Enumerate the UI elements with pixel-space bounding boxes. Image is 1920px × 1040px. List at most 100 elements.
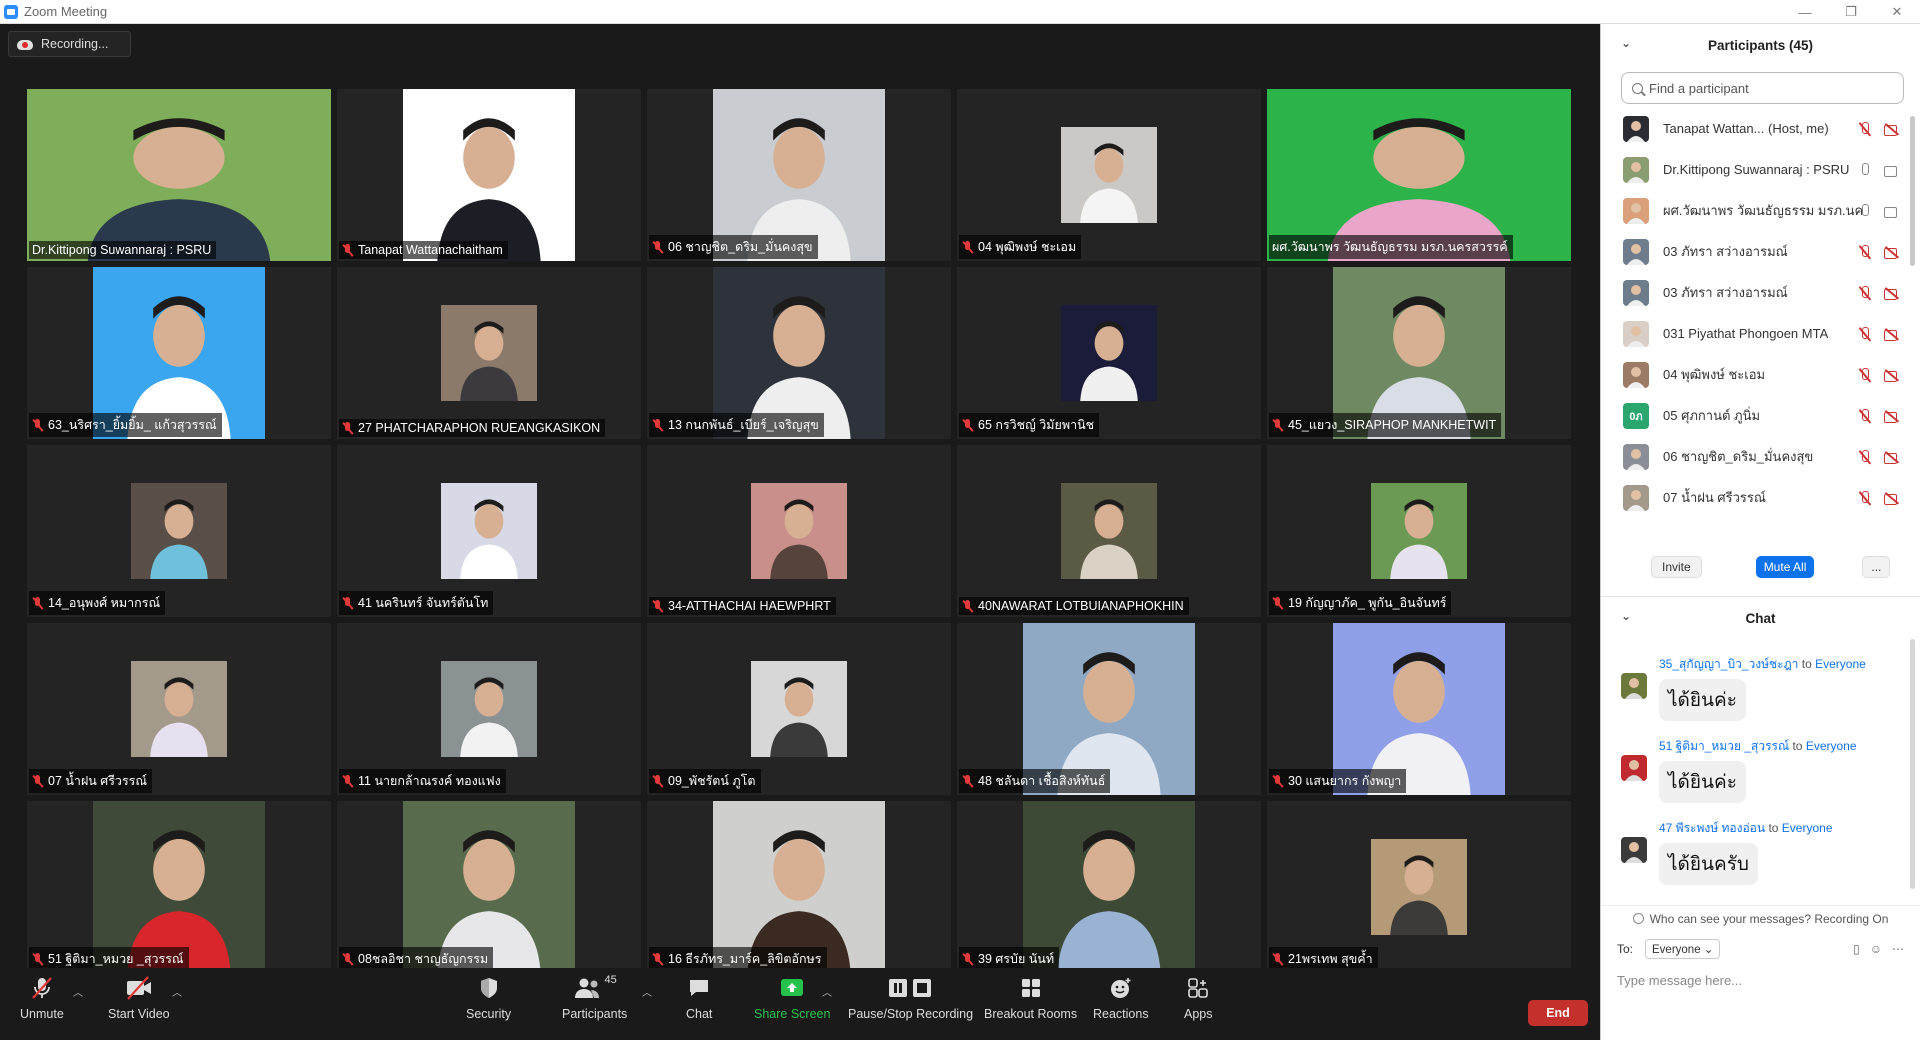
chat-sender[interactable]: 47 พีระพงษ์ ทองอ่อน bbox=[1659, 821, 1765, 835]
participant-name-tag: Tanapat Wattanachaitham bbox=[339, 241, 508, 259]
video-tile[interactable]: 06 ชาญชิต_ดริม_มั่นคงสุข bbox=[647, 89, 951, 261]
video-tile[interactable]: 39 ศรบัย นันท์ bbox=[957, 801, 1261, 973]
security-button[interactable]: Security bbox=[466, 974, 511, 1021]
minimize-button[interactable]: — bbox=[1782, 0, 1828, 24]
share-options-caret[interactable]: ︿ bbox=[822, 984, 832, 999]
camera-icon[interactable] bbox=[1884, 163, 1900, 177]
video-tile[interactable]: 19 กัญญาภัค_ พูกัน_อินจันทร์ bbox=[1267, 445, 1571, 617]
microphone-muted-icon[interactable] bbox=[1857, 245, 1871, 259]
camera-off-icon[interactable] bbox=[1884, 327, 1900, 341]
more-options-button[interactable]: ... bbox=[1862, 556, 1891, 578]
collapse-participants-chevron-icon[interactable]: ⌄ bbox=[1621, 36, 1631, 50]
camera-off-icon[interactable] bbox=[1884, 450, 1900, 464]
participant-row[interactable]: Tanapat Wattan... (Host, me) bbox=[1601, 108, 1920, 149]
pause-stop-recording-button[interactable]: Pause/Stop Recording bbox=[848, 974, 973, 1021]
participant-status-icons bbox=[1857, 122, 1900, 136]
participant-row[interactable]: 03 ภัทรา สว่างอารมณ์ bbox=[1601, 272, 1920, 313]
start-video-button[interactable]: Start Video bbox=[108, 974, 170, 1021]
participant-row[interactable]: 07 น้ำฝน ศรีวรรณ์ bbox=[1601, 477, 1920, 518]
video-tile[interactable]: 08ชลอิชา ชาญธัญกรรม bbox=[337, 801, 641, 973]
participant-row[interactable]: 03 ภัทรา สว่างอารมณ์ bbox=[1601, 231, 1920, 272]
video-tile[interactable]: 40NAWARAT LOTBUIANAPHOKHIN bbox=[957, 445, 1261, 617]
recipient-select[interactable]: Everyone ⌄ bbox=[1645, 939, 1721, 959]
video-tile[interactable]: 13 กนกพันธ์_เบียร์_เจริญสุข bbox=[647, 267, 951, 439]
chat-sender[interactable]: 35_สุกัญญา_บิว_วงษ์ชะฎา bbox=[1659, 657, 1798, 671]
video-options-caret[interactable]: ︿ bbox=[172, 984, 182, 999]
camera-icon[interactable] bbox=[1884, 204, 1900, 218]
camera-off-icon[interactable] bbox=[1884, 286, 1900, 300]
participant-name: 21พรเทพ สุขค้ำ bbox=[1288, 952, 1373, 966]
participant-row[interactable]: 0ภ 05 ศุภกานต์ ภูนิ่ม bbox=[1601, 395, 1920, 436]
close-window-button[interactable]: ✕ bbox=[1874, 0, 1920, 24]
microphone-muted-icon[interactable] bbox=[1857, 286, 1871, 300]
restore-button[interactable]: ❐ bbox=[1828, 0, 1874, 24]
video-tile[interactable]: 34-ATTHACHAI HAEWPHRT bbox=[647, 445, 951, 617]
camera-off-icon[interactable] bbox=[1884, 245, 1900, 259]
chat-message-input[interactable]: Type message here... bbox=[1601, 967, 1920, 994]
participant-row[interactable]: 031 Piyathat Phongoen MTA bbox=[1601, 313, 1920, 354]
video-tile[interactable]: 45_แยวง_SIRAPHOP MANKHETWIT bbox=[1267, 267, 1571, 439]
video-tile[interactable]: 11 นายกล้าณรงค์ ทองแฟง bbox=[337, 623, 641, 795]
video-tile[interactable]: 51 ฐิติมา_หมวย _สุวรรณ์ bbox=[27, 801, 331, 973]
video-tile[interactable]: 27 PHATCHARAPHON RUEANGKASIKON bbox=[337, 267, 641, 439]
unmute-button[interactable]: Unmute bbox=[20, 974, 64, 1021]
emoji-icon[interactable]: ☺ bbox=[1870, 942, 1882, 956]
breakout-rooms-button[interactable]: Breakout Rooms bbox=[984, 974, 1077, 1021]
participant-status-icons bbox=[1857, 491, 1900, 505]
camera-off-icon[interactable] bbox=[1884, 122, 1900, 136]
reactions-button[interactable]: Reactions bbox=[1093, 974, 1149, 1021]
participant-row[interactable]: 04 พุฒิพงษ์ ชะเอม bbox=[1601, 354, 1920, 395]
participant-name: 14_อนุพงศ์ หมากรณ์ bbox=[48, 596, 161, 610]
video-tile[interactable]: Tanapat Wattanachaitham bbox=[337, 89, 641, 261]
audio-options-caret[interactable]: ︿ bbox=[73, 984, 83, 999]
avatar: 0ภ bbox=[1623, 402, 1649, 429]
recording-indicator[interactable]: Recording... bbox=[8, 31, 131, 57]
microphone-muted-icon[interactable] bbox=[1857, 368, 1871, 382]
camera-off-icon[interactable] bbox=[1884, 368, 1900, 382]
file-icon[interactable]: ▯ bbox=[1853, 942, 1860, 956]
microphone-muted-icon[interactable] bbox=[1857, 122, 1871, 136]
microphone-icon[interactable] bbox=[1857, 204, 1871, 218]
video-tile[interactable]: 21พรเทพ สุขค้ำ bbox=[1267, 801, 1571, 973]
participant-row[interactable]: 06 ชาญชิต_ดริม_มั่นคงสุข bbox=[1601, 436, 1920, 477]
chat-button[interactable]: Chat bbox=[686, 974, 712, 1021]
participant-row[interactable]: Dr.Kittipong Suwannaraj : PSRU bbox=[1601, 149, 1920, 190]
muted-mic-icon bbox=[962, 418, 973, 432]
microphone-icon[interactable] bbox=[1857, 163, 1871, 177]
chat-sender[interactable]: 51 ฐิติมา_หมวย _สุวรรณ์ bbox=[1659, 739, 1789, 753]
video-tile[interactable]: 14_อนุพงศ์ หมากรณ์ bbox=[27, 445, 331, 617]
participants-button[interactable]: 45 Participants bbox=[562, 974, 627, 1021]
video-tile[interactable]: 04 พุฒิพงษ์ ชะเอม bbox=[957, 89, 1261, 261]
participant-search-input[interactable]: Find a participant bbox=[1621, 72, 1904, 104]
participants-options-caret[interactable]: ︿ bbox=[642, 984, 652, 999]
microphone-muted-icon[interactable] bbox=[1857, 450, 1871, 464]
video-tile[interactable]: 41 นครินทร์ จันทร์ตันโท bbox=[337, 445, 641, 617]
participant-video bbox=[441, 483, 537, 579]
microphone-muted-icon[interactable] bbox=[1857, 409, 1871, 423]
video-tile[interactable]: 07 น้ำฝน ศรีวรรณ์ bbox=[27, 623, 331, 795]
participant-status-icons bbox=[1857, 286, 1900, 300]
video-tile[interactable]: ผศ.วัฒนาพร วัฒนธัญธรรม มรภ.นครสวรรค์ bbox=[1267, 89, 1571, 261]
chat-visibility-notice[interactable]: Who can see your messages? Recording On bbox=[1601, 905, 1920, 931]
video-tile[interactable]: Dr.Kittipong Suwannaraj : PSRU bbox=[27, 89, 331, 261]
video-tile[interactable]: 30 แสนยากร กังพญา bbox=[1267, 623, 1571, 795]
microphone-muted-icon[interactable] bbox=[1857, 327, 1871, 341]
participant-row[interactable]: ผศ.วัฒนาพร วัฒนธัญธรรม มรภ.นค... bbox=[1601, 190, 1920, 231]
video-tile[interactable]: 65 กรวิชญ์ วิมัยพานิช bbox=[957, 267, 1261, 439]
apps-button[interactable]: Apps bbox=[1184, 974, 1213, 1021]
share-screen-button[interactable]: Share Screen bbox=[754, 974, 830, 1021]
chat-to-word: to bbox=[1801, 657, 1812, 671]
mute-all-button[interactable]: Mute All bbox=[1755, 556, 1815, 578]
video-tile[interactable]: 63_นริศรา_ยิ้มยิ้ม_ แก้วสุวรรณ์ bbox=[27, 267, 331, 439]
video-tile[interactable]: 48 ชลันดา เชื้อสิงห์ทันธ์ bbox=[957, 623, 1261, 795]
camera-off-icon[interactable] bbox=[1884, 491, 1900, 505]
end-meeting-button[interactable]: End bbox=[1528, 1000, 1588, 1026]
camera-off-icon[interactable] bbox=[1884, 409, 1900, 423]
video-tile[interactable]: 16 ธีรภัทร_มาร์ค_ลิขิตอักษร bbox=[647, 801, 951, 973]
invite-button[interactable]: Invite bbox=[1651, 556, 1702, 578]
video-tile[interactable]: 09_พัชรัตน์ ภูโต bbox=[647, 623, 951, 795]
muted-mic-icon bbox=[962, 952, 973, 966]
collapse-chat-chevron-icon[interactable]: ⌄ bbox=[1621, 609, 1631, 623]
microphone-muted-icon[interactable] bbox=[1857, 491, 1871, 505]
more-dots-icon[interactable]: ⋯ bbox=[1892, 942, 1904, 956]
